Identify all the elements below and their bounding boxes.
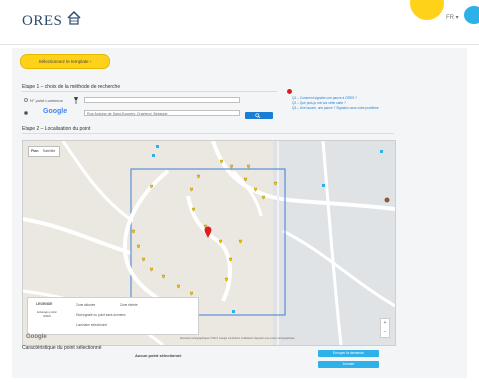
step1-title: Etape 1 – choix de la méthode de recherc… [22, 84, 121, 90]
house-logo-icon [67, 10, 81, 25]
send-request-button[interactable]: Envoyer la demande [318, 350, 379, 357]
lamp-icon [74, 97, 78, 104]
help-icon[interactable] [287, 89, 292, 94]
step2-title: Etape 2 – Localisation du point [22, 126, 91, 132]
step1-divider [22, 91, 277, 92]
legend-item-off: Zone éteinte [120, 303, 138, 307]
legend-title: LEGENDE [36, 302, 53, 306]
google-search-input[interactable]: Rue Antoine de Saint-Exupéry, Charleroi,… [84, 110, 240, 116]
top-header: ORES FR ▾ [0, 0, 479, 45]
zoom-out-button[interactable]: − [381, 328, 389, 337]
zoom-control[interactable]: + − [380, 318, 390, 338]
cancel-button[interactable]: Annuler [318, 361, 379, 368]
menu-drop-icon[interactable] [464, 6, 479, 24]
legend-item-on: Zone allumée [76, 303, 96, 307]
radio-google[interactable] [24, 111, 28, 115]
zoom-in-button[interactable]: + [381, 319, 389, 328]
help-links: Q1 – Comment signaler une panne à ORES ?… [292, 96, 392, 111]
map-legend: LEGENDE Eclairage public ORES Zone allum… [27, 297, 199, 335]
tab-satellite[interactable]: Satellite [41, 147, 58, 156]
language-selector[interactable]: FR ▾ [446, 14, 459, 21]
step2-divider [22, 133, 394, 134]
no-point-selected: Aucun point sélectionné [135, 353, 182, 358]
legend-logo: Eclairage public ORES [37, 310, 57, 318]
option-number-label: N° point Lumineux [30, 98, 63, 103]
ores-logo[interactable]: ORES [22, 13, 62, 30]
google-logo: Google [26, 334, 47, 340]
radio-number[interactable] [24, 98, 28, 102]
legend-item-selected: Luminaire sélectionné [76, 323, 108, 327]
number-input[interactable] [84, 97, 240, 103]
google-label: Google [43, 108, 67, 115]
search-icon [255, 113, 261, 118]
selected-marker [204, 226, 212, 238]
select-template-button[interactable]: Sélectionnez le template › [20, 54, 110, 69]
google-word: Google [43, 108, 68, 115]
map-type-tabs[interactable]: Plan Satellite [28, 146, 60, 157]
sun-decoration [410, 0, 444, 20]
map-attribution[interactable]: Données cartographiques ©2017 Google Con… [180, 337, 295, 340]
point-characteristics-title: Caractéristique du point sélectionné [22, 345, 102, 351]
poi-marker [384, 197, 390, 203]
tab-plan[interactable]: Plan [29, 147, 41, 156]
help-link-3[interactable]: Q3 – Une lacune, une panne ? Signalez-no… [292, 106, 392, 111]
legend-item-reported: Etat signalé ou point sans données [76, 313, 126, 317]
search-button[interactable] [245, 112, 273, 119]
